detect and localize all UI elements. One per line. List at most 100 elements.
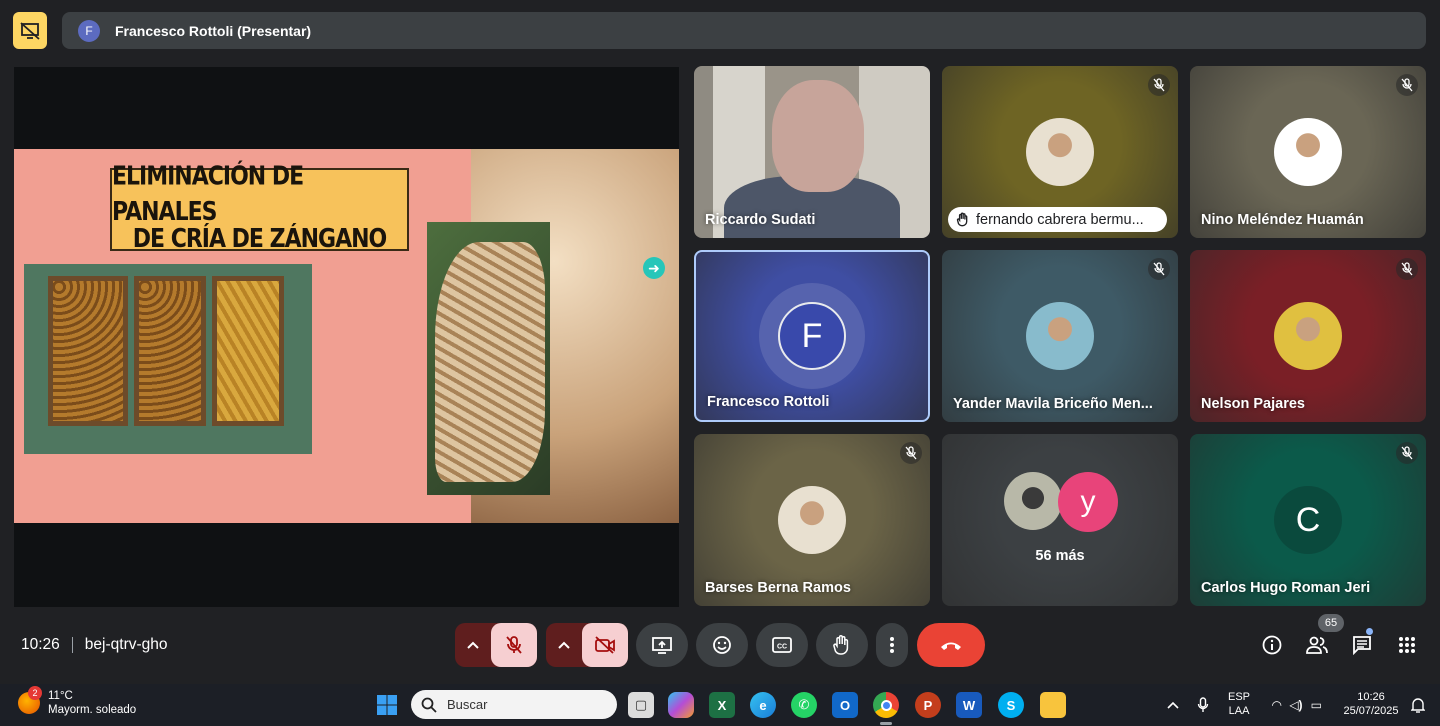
participant-avatar (1274, 118, 1342, 186)
meeting-time: 10:26 (21, 636, 60, 653)
participant-tile[interactable]: Riccardo Sudati (694, 66, 930, 238)
task-view-icon: ▢ (634, 697, 648, 712)
share-arrow-icon[interactable]: ➜ (643, 257, 665, 279)
participant-name: Yander Mavila Briceño Men... (953, 396, 1153, 412)
notifications-button[interactable] (1405, 692, 1431, 718)
hive-frames-photo (24, 264, 312, 454)
meeting-info: 10:26 bej-qtrv-gho (21, 636, 168, 654)
people-icon (1306, 636, 1328, 654)
whatsapp-icon: ✆ (798, 697, 810, 712)
participant-tile[interactable]: F Francesco Rottoli (694, 250, 930, 422)
more-options-button[interactable] (876, 623, 908, 667)
windows-taskbar: 2 11°C Mayorm. soleado Buscar ▢ X e ✆ O … (0, 684, 1440, 726)
windows-logo-icon (377, 695, 397, 715)
weather-sun-icon: 2 (18, 686, 42, 714)
activities-button[interactable] (1392, 630, 1422, 660)
participant-name: Riccardo Sudati (705, 212, 816, 228)
participants-button[interactable] (1302, 630, 1332, 660)
camera-options-button[interactable] (546, 623, 582, 667)
mic-muted-icon (1396, 74, 1418, 96)
participant-video (772, 80, 864, 192)
outlook-button[interactable]: O (832, 692, 858, 718)
tray-overflow-button[interactable] (1160, 692, 1186, 718)
word-button[interactable]: W (956, 692, 982, 718)
svg-text:CC: CC (777, 644, 787, 651)
mic-off-icon (506, 636, 522, 654)
chrome-icon (880, 699, 892, 711)
volume-icon: ◁) (1289, 698, 1303, 712)
leave-call-button[interactable] (917, 623, 985, 667)
skype-button[interactable]: S (998, 692, 1024, 718)
hand-icon (833, 635, 849, 655)
participant-tile[interactable]: C Carlos Hugo Roman Jeri (1190, 434, 1426, 606)
slide-title-line1: ELIMINACIÓN DE PANALES (112, 161, 304, 227)
copilot-button[interactable] (668, 692, 694, 718)
participant-name: Barses Berna Ramos (705, 580, 851, 596)
edge-button[interactable]: e (750, 692, 776, 718)
more-participants-label: 56 más (1035, 548, 1085, 564)
captions-icon: CC (772, 637, 792, 653)
participant-tile[interactable]: Yander Mavila Briceño Men... (942, 250, 1178, 422)
hive-frame (212, 276, 284, 426)
skype-icon: S (1006, 697, 1016, 713)
network-sound-battery-button[interactable]: ◠ ◁) ▭ (1262, 692, 1332, 718)
file-explorer-button[interactable] (1040, 692, 1066, 718)
participant-avatar (1026, 302, 1094, 370)
language-indicator[interactable]: ESP LAA (1228, 690, 1250, 718)
participant-avatar (1026, 118, 1094, 186)
participant-tile[interactable]: y 56 más (942, 434, 1178, 606)
whatsapp-button[interactable]: ✆ (791, 692, 817, 718)
apps-grid-icon (1399, 637, 1415, 653)
keyboard-layout: LAA (1228, 705, 1250, 717)
presenter-label: Francesco Rottoli (Presentar) (115, 22, 312, 39)
clock-date: 25/07/2025 (1343, 705, 1399, 717)
camera-toggle-button[interactable] (582, 623, 628, 667)
present-button[interactable] (636, 623, 688, 667)
powerpoint-button[interactable]: P (915, 692, 941, 718)
presenter-bar: F Francesco Rottoli (Presentar) (62, 12, 1426, 49)
captions-button[interactable]: CC (756, 623, 808, 667)
participant-tile[interactable]: fernando cabrera bermu... (942, 66, 1178, 238)
hive-frame (134, 276, 206, 426)
mic-options-button[interactable] (455, 623, 491, 667)
participant-initial-avatar: C (1274, 486, 1342, 554)
excel-button[interactable]: X (709, 692, 735, 718)
reactions-button[interactable] (696, 623, 748, 667)
mic-muted-icon (1396, 442, 1418, 464)
participant-avatar (778, 486, 846, 554)
chrome-button[interactable] (873, 692, 899, 718)
chevron-up-icon (558, 641, 570, 649)
participant-tile[interactable]: Barses Berna Ramos (694, 434, 930, 606)
hive-frame (48, 276, 128, 426)
end-call-icon (941, 642, 961, 650)
meet-window: F Francesco Rottoli (Presentar) ELIMINAC… (0, 0, 1440, 684)
camera-off-icon (595, 636, 615, 654)
participant-initial-avatar: F (778, 302, 846, 370)
chat-button[interactable] (1347, 630, 1377, 660)
taskbar-clock[interactable]: 10:26 25/07/2025 (1340, 690, 1402, 718)
start-button[interactable] (374, 692, 400, 718)
taskbar-search[interactable]: Buscar (411, 690, 617, 719)
chat-unread-dot (1366, 628, 1373, 635)
more-vert-icon (890, 637, 894, 653)
info-icon (1262, 635, 1282, 655)
raise-hand-button[interactable] (816, 623, 868, 667)
word-icon: W (962, 697, 976, 713)
participant-tile[interactable]: Nelson Pajares (1190, 250, 1426, 422)
chevron-up-icon (1167, 701, 1179, 709)
task-view-button[interactable]: ▢ (628, 692, 654, 718)
chrome-active-indicator (880, 722, 892, 725)
participant-tile[interactable]: Nino Meléndez Huamán (1190, 66, 1426, 238)
weather-widget[interactable]: 2 11°C Mayorm. soleado (18, 686, 136, 717)
microphone-tray-button[interactable] (1190, 692, 1216, 718)
search-placeholder: Buscar (447, 697, 488, 712)
presentation-area: ELIMINACIÓN DE PANALES DE CRÍA DE ZÁNGAN… (14, 67, 679, 607)
stop-presenting-button[interactable] (13, 12, 47, 49)
mic-toggle-button[interactable] (491, 623, 537, 667)
meeting-details-button[interactable] (1257, 630, 1287, 660)
microphone-icon (1197, 697, 1209, 712)
participant-name: Carlos Hugo Roman Jeri (1201, 580, 1371, 596)
meeting-code: bej-qtrv-gho (84, 636, 168, 653)
wifi-icon: ◠ (1272, 698, 1282, 712)
comb-cutting-photo (427, 222, 550, 495)
